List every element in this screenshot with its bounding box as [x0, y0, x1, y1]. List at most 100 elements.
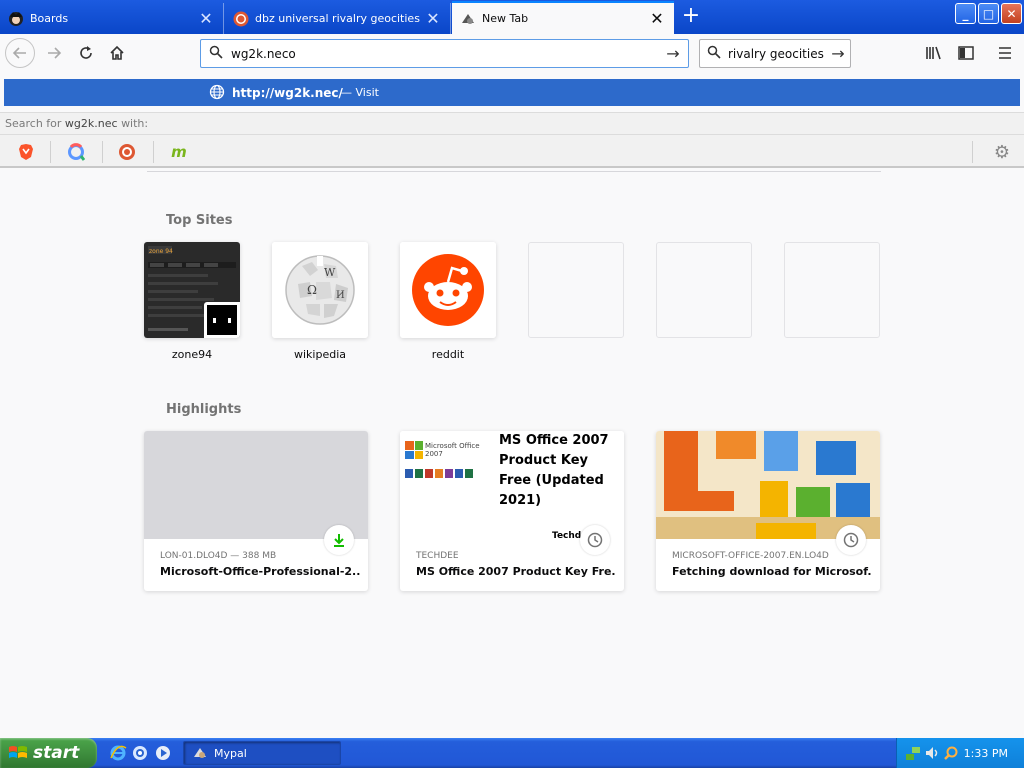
suggestion-url: http://wg2k.nec/ — [232, 85, 343, 100]
top-site-label: zone94 — [171, 348, 213, 361]
divider — [102, 141, 103, 163]
home-button[interactable] — [105, 41, 129, 65]
top-site-label: reddit — [431, 348, 465, 361]
back-button[interactable] — [5, 38, 35, 68]
tab-title: dbz universal rivalry geocities at DuckD… — [255, 12, 424, 25]
search-icon — [201, 45, 231, 63]
new-tab-button[interactable]: + — [678, 4, 704, 30]
home-icon — [110, 45, 124, 60]
tab-boards[interactable]: Boards ✕ — [0, 3, 224, 34]
search-box-edge — [147, 168, 881, 172]
office-logo-text: Microsoft Office 2007 — [425, 442, 480, 458]
speaker-tray-icon[interactable] — [924, 745, 940, 761]
mojeek-engine-button[interactable]: m — [168, 141, 190, 163]
newtab-favicon-icon — [462, 13, 474, 24]
search-icon — [700, 45, 728, 63]
go-arrow-icon[interactable]: → — [658, 44, 688, 63]
close-tab-icon[interactable]: ✕ — [424, 9, 442, 28]
highlights-heading: Highlights — [166, 402, 242, 417]
search-for-query: wg2k.nec — [64, 117, 118, 130]
qwant-icon — [68, 143, 85, 161]
boards-favicon-icon — [9, 11, 23, 26]
tab-title: New Tab — [482, 12, 529, 25]
one-off-search-header: Search for wg2k.nec with: — [0, 112, 1024, 134]
office-logo: Microsoft Office 2007 — [405, 441, 493, 478]
zone94-site-icon — [204, 302, 240, 338]
start-button[interactable]: start — [0, 738, 97, 768]
sidebar-button[interactable] — [954, 41, 978, 65]
tab-title: Boards — [30, 12, 69, 25]
url-bar[interactable]: wg2k.neco → — [200, 39, 689, 68]
search-for-suffix: with: — [121, 117, 149, 130]
top-site-empty-slot — [528, 242, 624, 338]
library-icon — [926, 46, 941, 60]
search-settings-gear-icon[interactable]: ⚙ — [994, 142, 1010, 163]
minimize-button[interactable]: _ — [955, 3, 976, 24]
windows-flag-icon — [9, 746, 27, 758]
highlight-card[interactable]: LON-01.DLO4D — 388 MB Microsoft-Office-P… — [144, 431, 368, 591]
close-tab-icon[interactable]: ✕ — [197, 9, 215, 28]
hamburger-menu-icon — [999, 47, 1011, 59]
article-author-fragment: Techd — [552, 531, 582, 541]
top-site-empty-slot — [784, 242, 880, 338]
sidebar-icon — [958, 46, 974, 60]
suggestion-action: — Visit — [341, 86, 379, 99]
brave-icon — [19, 144, 33, 160]
top-site-tile-wikipedia[interactable]: Ω W И — [272, 242, 368, 338]
autocomplete-suggestion[interactable]: http://wg2k.nec/ — Visit — [4, 79, 1020, 106]
system-tray: 1:33 PM — [896, 738, 1024, 768]
divider — [50, 141, 51, 163]
download-icon — [324, 525, 354, 555]
navigation-toolbar: wg2k.neco → rivalry geocities → — [0, 34, 1024, 72]
internet-explorer-icon[interactable] — [109, 744, 127, 762]
highlight-title: Fetching download for Microsof... — [672, 565, 872, 578]
media-player-icon[interactable] — [154, 744, 172, 762]
search-tray-icon[interactable] — [943, 745, 959, 761]
forward-button[interactable] — [42, 41, 66, 65]
taskbar-task-mypal[interactable]: Mypal — [183, 741, 341, 765]
tab-new-tab[interactable]: New Tab ✕ — [452, 1, 674, 34]
top-site-empty-slot — [656, 242, 752, 338]
close-tab-icon[interactable]: ✕ — [648, 9, 666, 28]
duckduckgo-icon — [119, 144, 135, 160]
duckduckgo-favicon-icon — [233, 11, 249, 26]
svg-text:Ω: Ω — [307, 283, 317, 297]
top-site-tile-zone94[interactable]: zone 94 — [144, 242, 240, 338]
divider — [972, 141, 973, 163]
search-input[interactable]: rivalry geocities — [728, 47, 826, 61]
highlight-title: MS Office 2007 Product Key Fre... — [416, 565, 616, 578]
close-window-button[interactable]: ✕ — [1001, 3, 1022, 24]
clock-icon — [580, 525, 610, 555]
tab-duckduckgo[interactable]: dbz universal rivalry geocities at DuckD… — [225, 3, 451, 34]
maximize-button[interactable]: □ — [978, 3, 999, 24]
reload-icon — [80, 46, 92, 59]
brave-engine-button[interactable] — [15, 141, 37, 163]
highlight-card[interactable]: MICROSOFT-OFFICE-2007.EN.LO4D Fetching d… — [656, 431, 880, 591]
back-arrow-icon — [12, 47, 26, 59]
menu-button[interactable] — [993, 41, 1017, 65]
library-button[interactable] — [922, 41, 946, 65]
svg-text:И: И — [336, 290, 345, 301]
search-go-arrow-icon[interactable]: → — [826, 44, 850, 63]
tab-bar: Boards ✕ dbz universal rivalry geocities… — [0, 0, 1024, 34]
svg-text:W: W — [324, 266, 336, 279]
qwant-engine-button[interactable] — [65, 141, 87, 163]
top-site-tile-reddit[interactable] — [400, 242, 496, 338]
highlight-context: LON-01.DLO4D — 388 MB — [160, 551, 277, 561]
highlight-card[interactable]: Microsoft Office 2007 MS Office 2007 Pro… — [400, 431, 624, 591]
mypal-app-icon — [194, 748, 206, 758]
reddit-alien-icon — [400, 242, 496, 338]
start-label: start — [33, 743, 80, 763]
forward-arrow-icon — [48, 47, 62, 59]
highlight-context: MICROSOFT-OFFICE-2007.EN.LO4D — [672, 551, 829, 561]
browser-quicklaunch-icon[interactable] — [131, 744, 149, 762]
window-controls: _ □ ✕ — [955, 3, 1022, 24]
network-tray-icon[interactable] — [905, 745, 921, 761]
duckduckgo-engine-button[interactable] — [116, 141, 138, 163]
search-bar[interactable]: rivalry geocities → — [699, 39, 851, 68]
office-2007-logo-thumbnail — [656, 431, 880, 539]
highlight-thumbnail — [144, 431, 368, 539]
reload-button[interactable] — [74, 41, 98, 65]
svg-text:zone 94: zone 94 — [149, 248, 173, 255]
url-input[interactable]: wg2k.neco — [231, 47, 658, 61]
